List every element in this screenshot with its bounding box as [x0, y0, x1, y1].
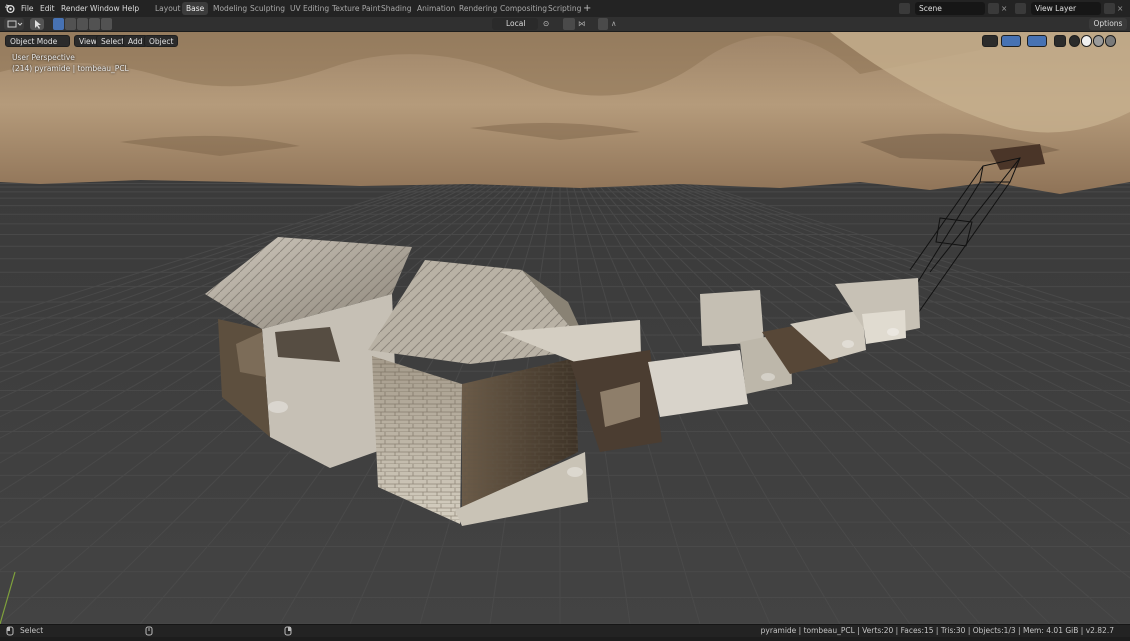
- select-mode-new-icon[interactable]: [53, 18, 64, 30]
- tab-uv-editing[interactable]: UV Editing: [286, 0, 333, 17]
- menu-render[interactable]: Render: [61, 0, 88, 17]
- plus-icon[interactable]: +: [583, 0, 591, 17]
- object-mode-dropdown[interactable]: Object Mode: [5, 35, 70, 47]
- material-shading-icon[interactable]: [1093, 35, 1104, 47]
- blender-logo-icon[interactable]: [4, 0, 16, 17]
- tab-animation[interactable]: Animation: [413, 0, 459, 17]
- proportional-edit-icon[interactable]: [598, 18, 608, 30]
- menu-file[interactable]: File: [21, 0, 34, 17]
- object-mode-label: Object Mode: [10, 37, 58, 46]
- solid-shading-icon[interactable]: [1081, 35, 1092, 47]
- status-select-label: Select: [20, 626, 44, 635]
- select-mode-subtract-icon[interactable]: [77, 18, 88, 30]
- transform-orientation-dropdown[interactable]: Local: [492, 18, 538, 30]
- transform-orientation-label: Local: [506, 19, 526, 28]
- tab-scripting[interactable]: Scripting: [544, 0, 585, 17]
- tab-modeling[interactable]: Modeling: [209, 0, 251, 17]
- menu-help[interactable]: Help: [122, 0, 139, 17]
- mouse-left-icon: [6, 625, 16, 637]
- scene-icon[interactable]: [899, 3, 910, 14]
- menu-edit[interactable]: Edit: [40, 0, 55, 17]
- rendered-shading-icon[interactable]: [1105, 35, 1116, 47]
- scene-name-field[interactable]: Scene: [915, 2, 985, 15]
- object-info-label: (214) pyramide | tombeau_PCL: [12, 64, 129, 73]
- snap-icon[interactable]: [563, 18, 575, 30]
- select-tool-icon[interactable]: [30, 18, 44, 30]
- select-mode-invert-icon[interactable]: [89, 18, 100, 30]
- xray-icon[interactable]: [1054, 35, 1066, 47]
- view-name-label: User Perspective: [12, 53, 75, 62]
- viewport-toolbar: Local ⊙ ⋈ ∧ Options: [0, 17, 1130, 32]
- object-menu[interactable]: Object: [144, 35, 179, 47]
- wireframe-shading-icon[interactable]: [1069, 35, 1080, 47]
- tab-base[interactable]: Base: [182, 2, 209, 15]
- tab-rendering[interactable]: Rendering: [455, 0, 501, 17]
- overlays-icon[interactable]: [1027, 35, 1047, 47]
- close-icon[interactable]: ×: [1117, 0, 1123, 17]
- 3d-viewport[interactable]: Object Mode View Select Add Object User …: [0, 32, 1130, 624]
- new-scene-icon[interactable]: [988, 3, 999, 14]
- top-bar: File Edit Render Window Help Layout Base…: [0, 0, 1130, 18]
- tab-shading[interactable]: Shading: [377, 0, 415, 17]
- tab-compositing[interactable]: Compositing: [496, 0, 551, 17]
- mouse-right-icon: [284, 625, 294, 637]
- visibility-icon[interactable]: [982, 35, 998, 47]
- select-mode-intersect-icon[interactable]: [101, 18, 112, 30]
- options-label: Options: [1093, 19, 1123, 28]
- viewport-scene[interactable]: [0, 32, 1130, 624]
- new-view-layer-icon[interactable]: [1104, 3, 1115, 14]
- snap-target-icon[interactable]: ⋈: [578, 18, 592, 30]
- scene-statistics: pyramide | tombeau_PCL | Verts:20 | Face…: [760, 626, 1114, 635]
- editor-type-icon[interactable]: [4, 18, 24, 30]
- pivot-point-icon[interactable]: ⊙: [543, 18, 557, 30]
- view-layer-icon[interactable]: [1015, 3, 1026, 14]
- tab-sculpting[interactable]: Sculpting: [246, 0, 289, 17]
- select-mode-extend-icon[interactable]: [65, 18, 76, 30]
- menu-window[interactable]: Window: [90, 0, 120, 17]
- tab-layout[interactable]: Layout: [151, 0, 185, 17]
- status-bar: Select pyramide | tombeau_PCL | Verts:20…: [0, 624, 1130, 637]
- close-icon[interactable]: ×: [1001, 0, 1007, 17]
- mouse-middle-icon: [145, 625, 155, 637]
- tab-texture-paint[interactable]: Texture Paint: [328, 0, 384, 17]
- falloff-icon[interactable]: ∧: [611, 18, 625, 30]
- options-dropdown[interactable]: Options: [1089, 18, 1127, 30]
- gizmo-icon[interactable]: [1001, 35, 1021, 47]
- view-layer-field[interactable]: View Layer: [1031, 2, 1101, 15]
